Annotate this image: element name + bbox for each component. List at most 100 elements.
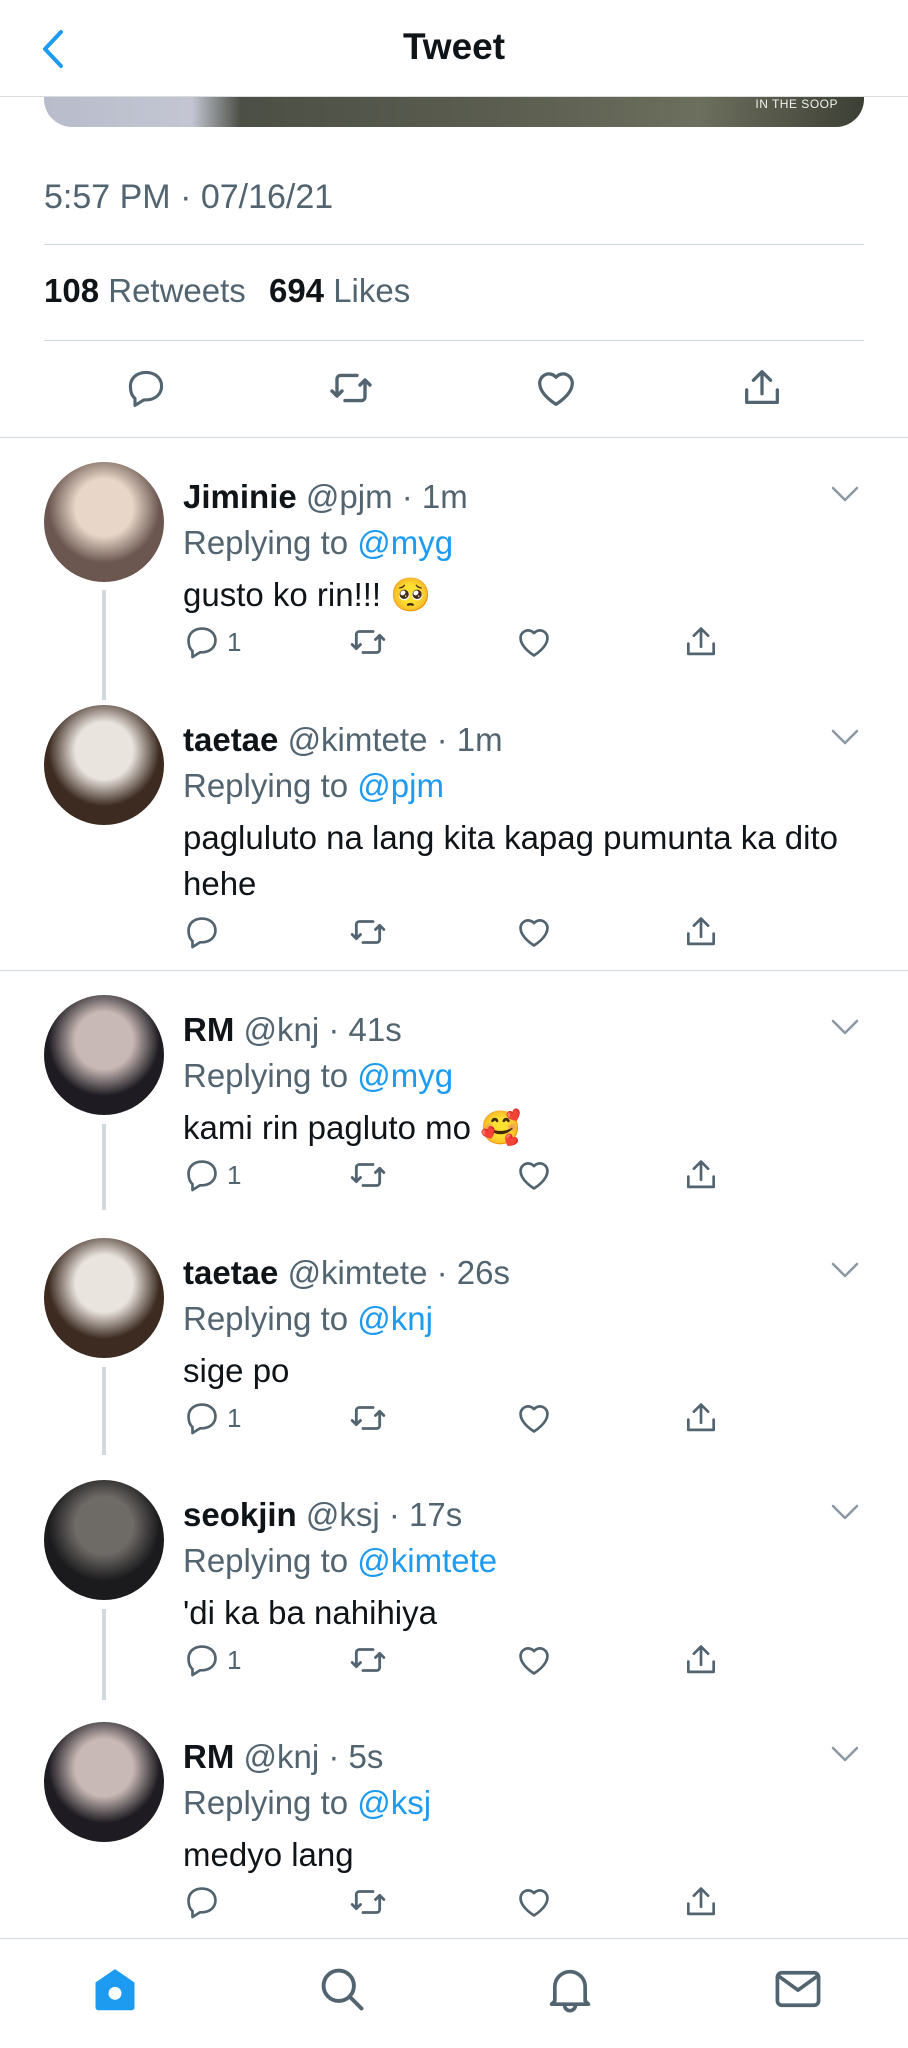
- tab-messages[interactable]: [768, 1959, 828, 2019]
- reply-icon: [187, 1403, 217, 1435]
- replying-label: Replying to: [183, 1784, 349, 1821]
- search-icon: [321, 1968, 364, 2011]
- retweet-button[interactable]: [348, 1880, 388, 1924]
- retweet-icon: [350, 1890, 386, 1914]
- display-name[interactable]: taetae: [183, 721, 278, 758]
- reply-icon: [187, 1645, 217, 1677]
- like-button[interactable]: [515, 910, 553, 954]
- share-button[interactable]: [682, 910, 720, 954]
- retweet-button[interactable]: [348, 1396, 388, 1440]
- more-options-button[interactable]: [830, 1502, 864, 1526]
- share-button[interactable]: [736, 362, 788, 414]
- replying-label: Replying to: [183, 767, 349, 804]
- reply-actions: 1: [183, 1153, 743, 1197]
- reply-tweet[interactable]: taetae @kimtete · 26s Replying to @knj sig…: [0, 1238, 908, 1446]
- retweets-link[interactable]: 108 Retweets: [44, 272, 246, 309]
- reply-tweet[interactable]: Jiminie @pjm · 1m Replying to @myg gusto k…: [0, 462, 908, 670]
- handle-time: @knj · 41s: [243, 1011, 402, 1048]
- replying-handle[interactable]: @myg: [357, 524, 453, 561]
- like-button[interactable]: [515, 1396, 553, 1440]
- tab-search[interactable]: [312, 1959, 372, 2019]
- share-button[interactable]: [682, 1880, 720, 1924]
- replying-handle[interactable]: @myg: [357, 1057, 453, 1094]
- like-button[interactable]: [515, 620, 553, 664]
- tab-home[interactable]: [85, 1959, 145, 2019]
- more-options-button[interactable]: [830, 1260, 864, 1284]
- reply-count: 1: [227, 1644, 242, 1675]
- display-name[interactable]: RM: [183, 1011, 234, 1048]
- more-options-button[interactable]: [830, 727, 864, 751]
- replying-handle[interactable]: @knj: [357, 1300, 433, 1337]
- retweet-icon: [350, 1648, 386, 1672]
- like-button[interactable]: [515, 1638, 553, 1682]
- reply-tweet[interactable]: taetae @kimtete · 1m Replying to @pjm pagl…: [0, 705, 908, 960]
- retweet-icon: [350, 920, 386, 944]
- chevron-down-icon: [831, 1262, 859, 1278]
- likes-link[interactable]: 694 Likes: [269, 272, 410, 309]
- like-button[interactable]: [530, 362, 582, 414]
- reply-button[interactable]: [183, 1880, 227, 1924]
- handle-time: @knj · 5s: [243, 1738, 384, 1775]
- display-name[interactable]: taetae: [183, 1254, 278, 1291]
- retweet-button[interactable]: [348, 620, 388, 664]
- divider: [0, 437, 908, 438]
- reply-tweet[interactable]: RM @knj · 5s Replying to @ksj medyo lang: [0, 1722, 908, 1930]
- reply-button[interactable]: 1: [183, 1396, 241, 1440]
- reply-count: 1: [227, 1402, 242, 1433]
- avatar[interactable]: [44, 995, 164, 1115]
- divider: [0, 970, 908, 971]
- reply-button[interactable]: [183, 910, 227, 954]
- likes-label: Likes: [333, 272, 411, 309]
- tab-notifications[interactable]: [540, 1959, 600, 2019]
- heart-icon: [519, 629, 549, 657]
- reply-text: sige po: [183, 1352, 290, 1389]
- reply-button[interactable]: 1: [183, 1153, 241, 1197]
- replying-label: Replying to: [183, 1542, 349, 1579]
- more-options-button[interactable]: [830, 1744, 864, 1768]
- more-options-button[interactable]: [830, 484, 864, 508]
- reply-tweet[interactable]: seokjin @ksj · 17s Replying to @kimtete 'd…: [0, 1480, 908, 1688]
- share-button[interactable]: [682, 1396, 720, 1440]
- avatar[interactable]: [44, 1722, 164, 1842]
- retweet-button[interactable]: [348, 1638, 388, 1682]
- replying-handle[interactable]: @pjm: [357, 767, 444, 804]
- heart-icon: [519, 1889, 549, 1917]
- display-name[interactable]: seokjin: [183, 1496, 297, 1533]
- handle-time: @pjm · 1m: [305, 478, 468, 515]
- reply-button[interactable]: 1: [183, 620, 241, 664]
- like-button[interactable]: [515, 1880, 553, 1924]
- share-icon: [686, 1887, 716, 1916]
- avatar[interactable]: [44, 705, 164, 825]
- replying-handle[interactable]: @kimtete: [357, 1542, 497, 1579]
- reply-tweet[interactable]: RM @knj · 41s Replying to @myg kami rin pa…: [0, 995, 908, 1203]
- display-name[interactable]: RM: [183, 1738, 234, 1775]
- top-bar: Tweet: [0, 0, 908, 97]
- reply-button[interactable]: 1: [183, 1638, 241, 1682]
- reply-text: gusto ko rin!!! 🥺: [183, 576, 432, 613]
- retweet-button[interactable]: [348, 1153, 388, 1197]
- replying-to: Replying to @myg: [183, 524, 453, 562]
- share-button[interactable]: [682, 620, 720, 664]
- reply-button[interactable]: [120, 362, 172, 414]
- retweet-button[interactable]: [348, 910, 388, 954]
- divider: [44, 244, 864, 245]
- reply-text: medyo lang: [183, 1836, 354, 1873]
- divider: [44, 340, 864, 341]
- avatar[interactable]: [44, 462, 164, 582]
- chevron-down-icon: [831, 1746, 859, 1762]
- share-button[interactable]: [682, 1638, 720, 1682]
- bottom-tab-bar: [0, 1938, 908, 2048]
- retweet-button[interactable]: [325, 362, 377, 414]
- avatar[interactable]: [44, 1480, 164, 1600]
- reply-header: taetae @kimtete · 26s: [183, 1254, 510, 1292]
- replying-handle[interactable]: @ksj: [357, 1784, 431, 1821]
- display-name[interactable]: Jiminie: [183, 478, 297, 515]
- tweet-media[interactable]: IN THE SOOP: [44, 97, 864, 127]
- like-button[interactable]: [515, 1153, 553, 1197]
- heart-icon: [519, 1647, 549, 1675]
- avatar[interactable]: [44, 1238, 164, 1358]
- share-icon: [686, 1645, 716, 1674]
- more-options-button[interactable]: [830, 1017, 864, 1041]
- reply-count: 1: [227, 626, 242, 657]
- share-button[interactable]: [682, 1153, 720, 1197]
